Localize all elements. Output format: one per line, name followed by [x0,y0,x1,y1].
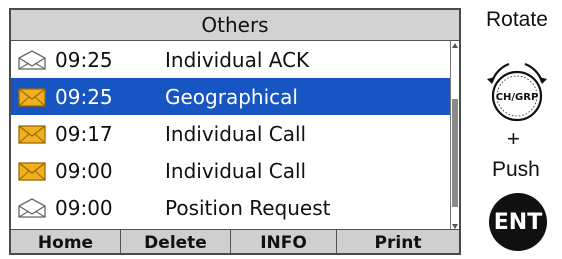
envelope-read-icon [18,198,46,218]
message-description: Individual Call [165,121,307,146]
display-screen: Others 09:25 Individual ACK 09:25 Geogra… [9,8,461,255]
ent-button-label: ENT [493,209,543,235]
message-row[interactable]: 09:25 Individual ACK [11,41,450,78]
message-time: 09:25 [55,84,113,109]
scrollbar[interactable] [450,41,459,231]
message-row[interactable]: 09:00 Individual Call [11,152,450,189]
push-label: Push [492,158,540,181]
home-soft-key[interactable]: Home [11,230,121,253]
message-time: 09:00 [55,195,113,220]
soft-key-bar: Home Delete INFO Print [11,229,459,253]
message-row[interactable]: 09:00 Position Request [11,189,450,226]
info-soft-key[interactable]: INFO [231,230,337,253]
message-time: 09:00 [55,158,113,183]
message-row[interactable]: 09:17 Individual Call [11,115,450,152]
delete-soft-key[interactable]: Delete [121,230,231,253]
message-description: Position Request [165,195,331,220]
knob-label: CH/GRP [496,92,539,103]
plus-sign: + [507,126,520,151]
envelope-read-icon [18,50,46,70]
message-description: Geographical [165,84,298,109]
message-row-selected[interactable]: 09:25 Geographical [11,78,450,115]
message-time: 09:25 [55,47,113,72]
envelope-unread-icon [18,162,46,181]
message-time: 09:17 [55,121,113,146]
message-list: 09:25 Individual ACK 09:25 Geographical … [11,41,450,225]
title-bar: Others [11,10,459,41]
ch-grp-knob[interactable]: CH/GRP [484,58,550,124]
ent-button[interactable]: ENT [489,193,547,251]
message-description: Individual Call [165,158,307,183]
scroll-up-arrow-icon [452,43,458,48]
screen-title: Others [201,13,269,37]
control-panel: Rotate CH/GRP + Push ENT [470,0,562,259]
envelope-unread-icon [18,125,46,144]
scrollbar-thumb[interactable] [452,99,458,207]
print-soft-key[interactable]: Print [337,230,459,253]
rotate-label: Rotate [486,8,548,31]
envelope-unread-icon [18,88,46,107]
message-description: Individual ACK [165,47,310,72]
